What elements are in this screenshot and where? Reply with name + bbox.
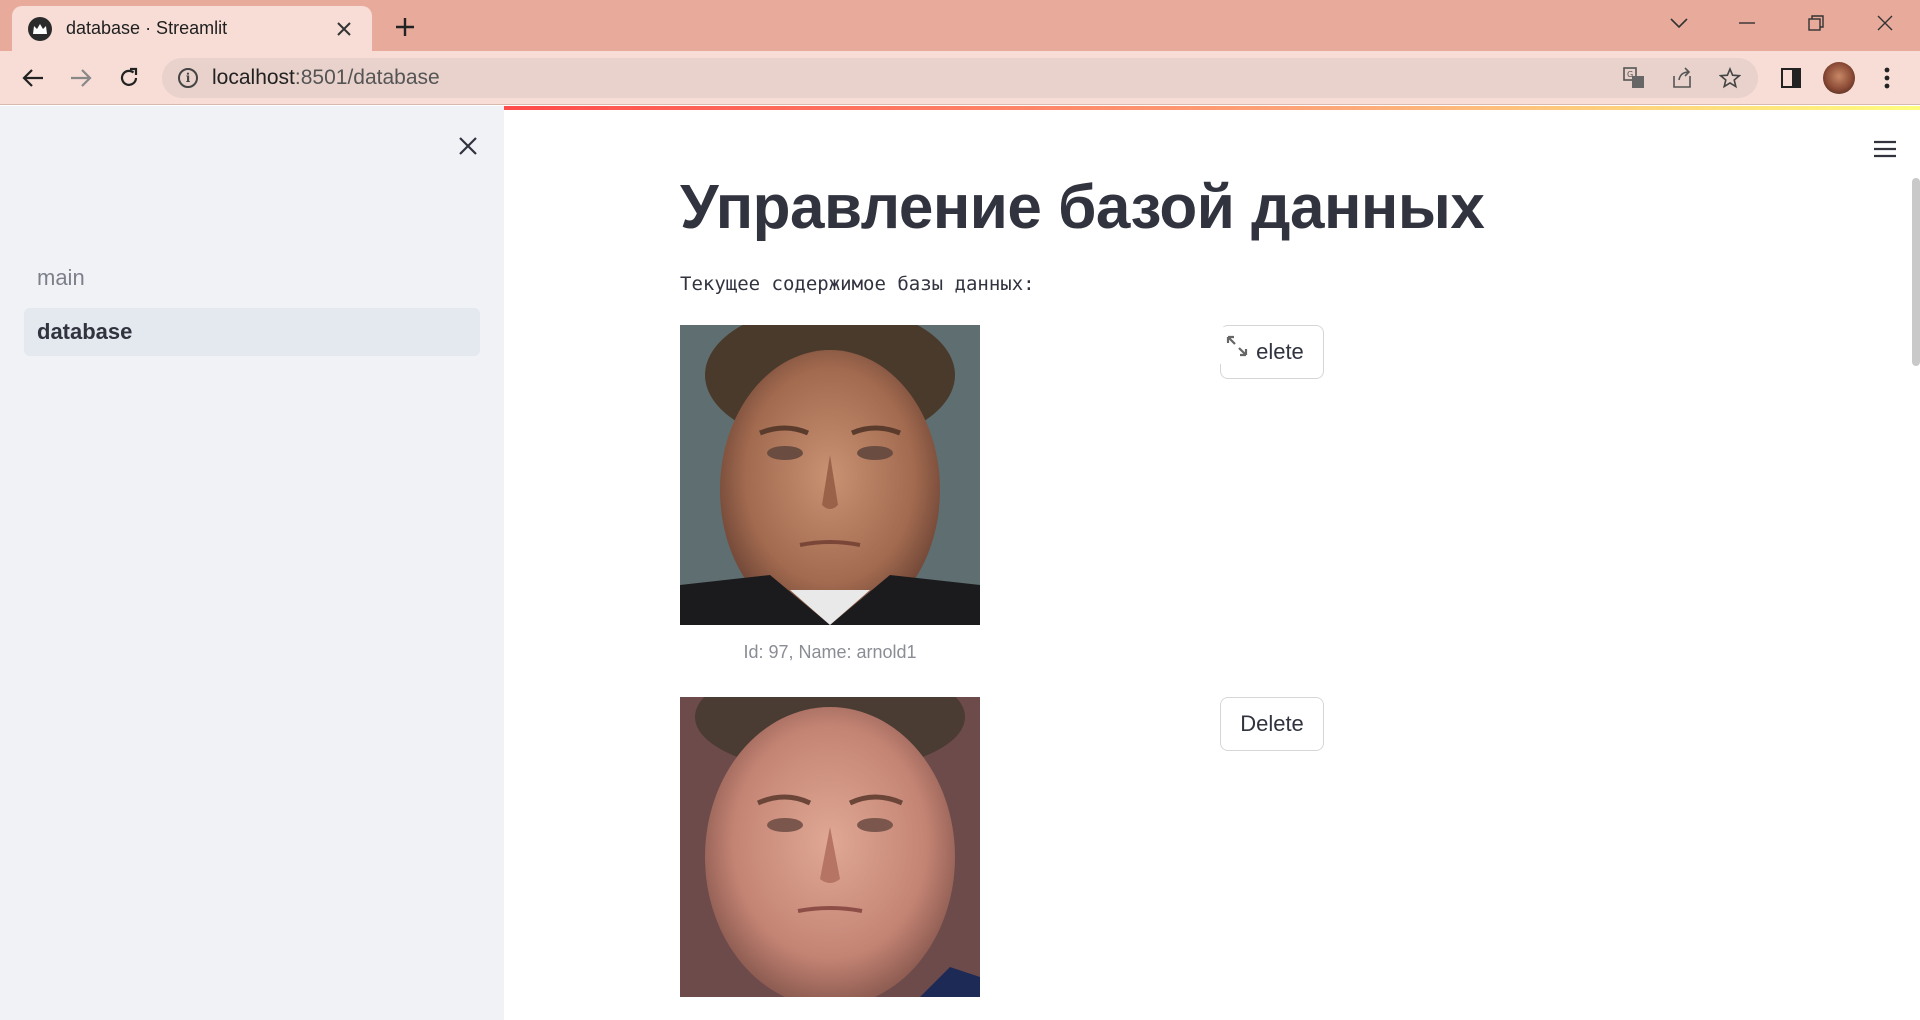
browser-tab-bar: database · Streamlit: [0, 0, 1920, 51]
header-decoration: [504, 106, 1920, 110]
back-arrow-icon[interactable]: [16, 61, 50, 95]
close-window-icon[interactable]: [1862, 6, 1908, 40]
share-icon[interactable]: [1670, 66, 1694, 90]
expand-icon[interactable]: [1218, 327, 1256, 365]
hamburger-menu-icon[interactable]: [1870, 134, 1900, 164]
sidebar-item-main[interactable]: main: [24, 254, 480, 302]
scrollbar[interactable]: [1912, 178, 1920, 366]
delete-button[interactable]: Delete: [1220, 697, 1324, 751]
minimize-icon[interactable]: [1724, 6, 1770, 40]
face-image: [680, 697, 980, 997]
new-tab-icon[interactable]: [390, 12, 420, 42]
sidebar: main database: [0, 106, 504, 1020]
browser-tab[interactable]: database · Streamlit: [12, 6, 372, 51]
address-bar[interactable]: i localhost:8501/database G: [162, 58, 1758, 98]
reload-icon[interactable]: [112, 61, 146, 95]
close-tab-icon[interactable]: [330, 16, 358, 42]
page-subtitle: Текущее содержимое базы данных:: [680, 273, 1035, 295]
page-title: Управление базой данных: [680, 173, 1485, 242]
avatar: [1823, 62, 1855, 94]
url-text: localhost:8501/database: [212, 66, 440, 89]
info-icon[interactable]: i: [178, 68, 198, 88]
translate-icon[interactable]: G: [1622, 66, 1646, 90]
side-panel-icon[interactable]: [1774, 61, 1808, 95]
more-menu-icon[interactable]: [1870, 61, 1904, 95]
forward-arrow-icon[interactable]: [64, 61, 98, 95]
close-sidebar-icon[interactable]: [452, 130, 484, 162]
tab-title: database · Streamlit: [66, 18, 228, 38]
face-image: [680, 325, 980, 625]
streamlit-favicon: [28, 16, 52, 41]
sidebar-item-database[interactable]: database: [24, 308, 480, 356]
image-caption: Id: 97, Name: arnold1: [743, 642, 917, 662]
svg-text:G: G: [1627, 70, 1633, 79]
profile-avatar[interactable]: [1822, 61, 1856, 95]
star-icon[interactable]: [1718, 66, 1742, 90]
main-content: Управление базой данных Текущее содержим…: [504, 106, 1920, 1020]
chevron-down-icon[interactable]: [1656, 6, 1702, 40]
browser-toolbar: i localhost:8501/database G: [0, 51, 1920, 105]
restore-icon[interactable]: [1793, 6, 1839, 40]
